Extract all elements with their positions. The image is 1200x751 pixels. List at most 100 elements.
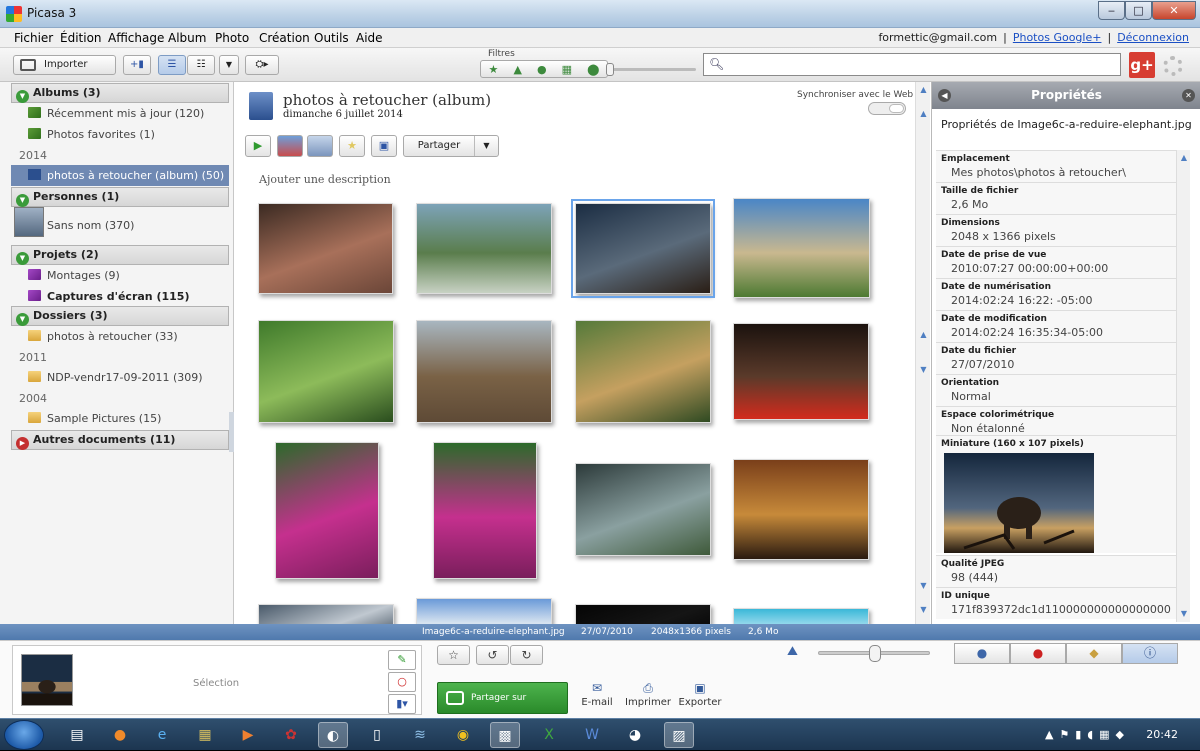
thumb-swamp[interactable] xyxy=(575,463,711,556)
logout-link[interactable]: Déconnexion xyxy=(1114,31,1192,44)
thumb-lions[interactable] xyxy=(733,459,869,560)
email-button[interactable]: ✉ E-mail xyxy=(569,681,625,708)
properties-panel-button[interactable]: ⓘ xyxy=(1122,643,1178,664)
expand-icon[interactable]: ▶ xyxy=(16,437,29,450)
word-taskbar-icon[interactable]: W xyxy=(577,722,607,748)
star-button[interactable]: ★ xyxy=(339,135,365,157)
collapse-icon[interactable]: ▼ xyxy=(16,313,29,326)
excel-taskbar-icon[interactable]: X xyxy=(534,722,564,748)
import-button[interactable]: Importer xyxy=(13,55,116,75)
menu-outils[interactable]: Outils xyxy=(314,31,349,45)
clock[interactable]: 20:42 xyxy=(1146,728,1178,741)
media-taskbar-icon[interactable]: ▶ xyxy=(233,722,263,748)
folder-retouch[interactable]: photos à retoucher (33) xyxy=(0,326,230,347)
google-plus-icon[interactable]: g+ xyxy=(1129,52,1155,78)
people-panel-button[interactable]: ● xyxy=(954,643,1010,664)
rotate-left-button[interactable]: ↺ xyxy=(476,645,509,665)
app4-taskbar-icon[interactable]: ≋ xyxy=(405,722,435,748)
upload-filter-icon[interactable]: ▲ xyxy=(513,63,521,76)
chrome-taskbar-icon[interactable]: ◉ xyxy=(448,722,478,748)
filter-slider-knob[interactable] xyxy=(606,63,614,76)
picasa-taskbar-icon[interactable]: ▩ xyxy=(490,722,520,748)
share-button[interactable]: Partager ▼ xyxy=(403,135,499,157)
person-unnamed[interactable]: Sans nom (370) xyxy=(0,215,230,236)
close-button[interactable]: ✕ xyxy=(1152,1,1196,20)
scroll-down-icon[interactable]: ▼ xyxy=(916,362,931,377)
view-thumbnails-button[interactable]: ☰ xyxy=(158,55,186,75)
scroll-down-icon[interactable]: ▼ xyxy=(1177,606,1191,621)
folder-ndp[interactable]: NDP-vendr17-09-2011 (309) xyxy=(0,367,230,388)
thumb-elephant-sunset[interactable] xyxy=(571,199,715,298)
minimize-button[interactable]: ‒ xyxy=(1098,1,1125,20)
thumb-river[interactable] xyxy=(416,203,552,294)
sync-toggle[interactable] xyxy=(868,102,906,115)
album-recent[interactable]: Récemment mis à jour (120) xyxy=(0,103,230,124)
places-panel-button[interactable]: ● xyxy=(1010,643,1066,664)
chevron-down-icon[interactable]: ▼ xyxy=(474,136,498,156)
projects-header[interactable]: ▼ Projets (2) xyxy=(11,245,229,265)
app-taskbar-icon[interactable]: ▦ xyxy=(190,722,220,748)
scroll-up-icon[interactable]: ▲ xyxy=(1177,150,1191,165)
scroll-down-icon[interactable]: ▼ xyxy=(916,578,931,593)
thumb-tulips-1[interactable] xyxy=(275,442,379,579)
app5-taskbar-icon[interactable]: ◕ xyxy=(620,722,650,748)
menu-creation[interactable]: Création xyxy=(259,31,310,45)
tray-thumbnail[interactable] xyxy=(21,654,73,706)
menu-fichier[interactable]: Fichier xyxy=(14,31,53,45)
people-view-button[interactable]: ⛭▸ xyxy=(245,55,279,75)
menu-edition[interactable]: Édition xyxy=(60,31,102,45)
project-captures[interactable]: Captures d'écran (115) xyxy=(0,286,230,307)
save-button[interactable]: ▣ xyxy=(371,135,397,157)
movie-button[interactable] xyxy=(277,135,303,157)
person-filter-icon[interactable]: ● xyxy=(537,63,547,76)
thumb-row4-4[interactable] xyxy=(733,608,869,624)
scroll-up-icon[interactable]: ▲ xyxy=(916,327,931,342)
share-google-plus-button[interactable]: Partager sur Google+ xyxy=(437,682,568,714)
search-input[interactable]: 🔍︎ xyxy=(703,53,1121,76)
filter-slider[interactable] xyxy=(606,63,696,76)
people-header[interactable]: ▼ Personnes (1) xyxy=(11,187,229,207)
album-description[interactable]: Ajouter une description xyxy=(259,173,391,186)
clear-selection-icon[interactable]: ○ xyxy=(388,672,416,692)
other-docs-header[interactable]: ▶ Autres documents (11) xyxy=(11,430,229,450)
export-button[interactable]: ▣ Exporter xyxy=(672,681,728,708)
collage-button[interactable] xyxy=(307,135,333,157)
album-dropdown-icon[interactable]: ▮▾ xyxy=(388,694,416,714)
thumb-face[interactable] xyxy=(258,203,393,294)
thumb-rose-hands[interactable] xyxy=(733,323,869,420)
thumb-cheetahs[interactable] xyxy=(575,320,711,423)
thumb-row4-2[interactable] xyxy=(416,598,552,624)
firefox-taskbar-icon[interactable]: ● xyxy=(105,722,135,748)
thumb-row4-3[interactable] xyxy=(575,604,711,624)
star-photo-button[interactable]: ☆ xyxy=(437,645,470,665)
thumb-elephants-herd[interactable] xyxy=(416,320,552,423)
album-favorites[interactable]: Photos favorites (1) xyxy=(0,124,230,145)
scroll-down-icon[interactable]: ▼ xyxy=(916,602,931,617)
scroll-up-icon[interactable]: ▲ xyxy=(916,82,931,97)
windows-start-icon[interactable] xyxy=(4,720,44,750)
collapse-icon[interactable]: ▼ xyxy=(16,252,29,265)
menu-photo[interactable]: Photo xyxy=(215,31,249,45)
view-list-button[interactable]: ☷ xyxy=(187,55,215,75)
center-scrollbar[interactable]: ▲ ▲ ▲ ▼ ▼ ▼ xyxy=(915,82,930,624)
menu-aide[interactable]: Aide xyxy=(356,31,383,45)
tray-icons[interactable]: ▲⚑▮◖▦◆ xyxy=(1045,728,1130,741)
album-selected[interactable]: photos à retoucher (album) (50) xyxy=(11,165,229,186)
maximize-button[interactable]: □ xyxy=(1125,1,1152,20)
movie-filter-icon[interactable]: ▦ xyxy=(562,63,572,76)
app2-taskbar-icon[interactable]: ✿ xyxy=(276,722,306,748)
close-icon[interactable]: ✕ xyxy=(1182,89,1195,102)
scroll-up-icon[interactable]: ▲ xyxy=(916,106,931,121)
project-montages[interactable]: Montages (9) xyxy=(0,265,230,286)
add-to-album-button[interactable]: +▮ xyxy=(123,55,151,75)
thumbnail-size-slider[interactable] xyxy=(818,645,930,662)
photos-google-link[interactable]: Photos Google+ xyxy=(1010,31,1105,44)
menu-affichage[interactable]: Affichage xyxy=(108,31,164,45)
thumb-row4-1[interactable] xyxy=(258,604,394,624)
rotate-right-button[interactable]: ↻ xyxy=(510,645,543,665)
thumb-zebra[interactable] xyxy=(258,320,394,423)
print-button[interactable]: ⎙ Imprimer xyxy=(620,681,676,708)
hold-pin-icon[interactable]: ✎ xyxy=(388,650,416,670)
explorer-taskbar-icon[interactable]: ▤ xyxy=(62,722,92,748)
thumb-kilimanjaro[interactable] xyxy=(733,198,870,298)
